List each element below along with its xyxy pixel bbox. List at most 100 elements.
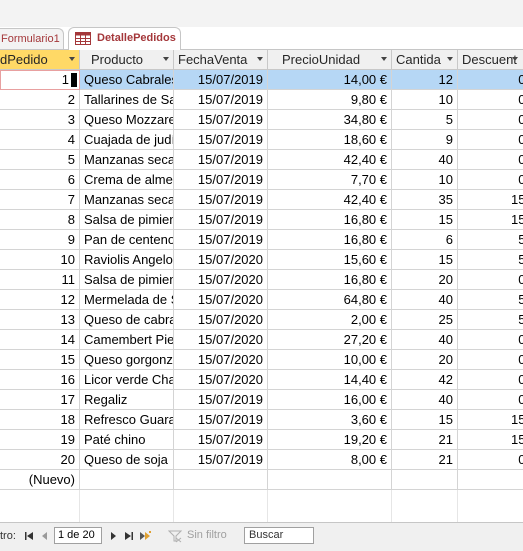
- cell-cantidad[interactable]: 35: [392, 190, 458, 210]
- cell-producto[interactable]: Paté chino: [80, 430, 174, 450]
- table-row[interactable]: 12Mermelada de Sir15/07/202064,80 €405%: [0, 290, 523, 310]
- first-record-icon[interactable]: [22, 529, 36, 543]
- table-row[interactable]: 2Tallarines de Sajonia15/07/20199,80 €10…: [0, 90, 523, 110]
- cell-descuento[interactable]: 15%: [458, 190, 523, 210]
- cell-cantidad[interactable]: 15: [392, 210, 458, 230]
- cell-id[interactable]: 11: [0, 270, 80, 290]
- cell-fecha[interactable]: 15/07/2019: [174, 190, 268, 210]
- cell-descuento[interactable]: 0%: [458, 370, 523, 390]
- cell-id[interactable]: 18: [0, 410, 80, 430]
- dropdown-arrow-icon[interactable]: [257, 57, 263, 61]
- cell-producto[interactable]: [80, 470, 174, 490]
- cell-producto[interactable]: Salsa de pimienta: [80, 210, 174, 230]
- cell-descuento[interactable]: 0%: [458, 330, 523, 350]
- cell-cantidad[interactable]: 42: [392, 370, 458, 390]
- cell-precio[interactable]: 2,00 €: [268, 310, 392, 330]
- cell-producto[interactable]: Manzanas secas: [80, 150, 174, 170]
- cell-id[interactable]: 17: [0, 390, 80, 410]
- cell-fecha[interactable]: 15/07/2019: [174, 390, 268, 410]
- column-header-preciounidad[interactable]: PrecioUnidad: [268, 50, 392, 70]
- cell-descuento[interactable]: 5%: [458, 290, 523, 310]
- cell-producto[interactable]: Tallarines de Sajonia: [80, 90, 174, 110]
- table-row[interactable]: 10Raviolis Angelo15/07/202015,60 €155%: [0, 250, 523, 270]
- cell-id[interactable]: 10: [0, 250, 80, 270]
- table-row[interactable]: 4Cuajada de judías15/07/201918,60 €90%: [0, 130, 523, 150]
- table-row[interactable]: 11Salsa de pimienta15/07/202016,80 €200%: [0, 270, 523, 290]
- column-header-descuento[interactable]: Descuent: [458, 50, 523, 70]
- cell-fecha[interactable]: 15/07/2019: [174, 210, 268, 230]
- cell-fecha[interactable]: 15/07/2019: [174, 150, 268, 170]
- cell-producto[interactable]: Queso Mozzarella: [80, 110, 174, 130]
- cell-cantidad[interactable]: 6: [392, 230, 458, 250]
- cell-producto[interactable]: Regaliz: [80, 390, 174, 410]
- cell-id[interactable]: 12: [0, 290, 80, 310]
- cell-descuento[interactable]: 0%: [458, 70, 523, 90]
- column-header-fechaventa[interactable]: FechaVenta: [174, 50, 268, 70]
- table-row[interactable]: 20Queso de soja15/07/20198,00 €210%: [0, 450, 523, 470]
- dropdown-arrow-icon[interactable]: [381, 57, 387, 61]
- cell-descuento[interactable]: 0%: [458, 110, 523, 130]
- cell-fecha[interactable]: 15/07/2019: [174, 110, 268, 130]
- cell-precio[interactable]: 8,00 €: [268, 450, 392, 470]
- cell-fecha[interactable]: 15/07/2019: [174, 410, 268, 430]
- cell-cantidad[interactable]: 20: [392, 350, 458, 370]
- cell-cantidad[interactable]: [392, 470, 458, 490]
- cell-descuento[interactable]: 5%: [458, 230, 523, 250]
- cell-producto[interactable]: Refresco Guaraná: [80, 410, 174, 430]
- cell-cantidad[interactable]: 12: [392, 70, 458, 90]
- cell-id[interactable]: 7: [0, 190, 80, 210]
- cell-fecha[interactable]: 15/07/2019: [174, 450, 268, 470]
- cell-precio[interactable]: 9,80 €: [268, 90, 392, 110]
- cell-cantidad[interactable]: 10: [392, 170, 458, 190]
- cell-id[interactable]: 8: [0, 210, 80, 230]
- cell-fecha[interactable]: 15/07/2020: [174, 270, 268, 290]
- cell-id[interactable]: 14: [0, 330, 80, 350]
- cell-fecha[interactable]: 15/07/2020: [174, 330, 268, 350]
- table-row[interactable]: 6Crema de almendras15/07/20197,70 €100%: [0, 170, 523, 190]
- cell-cantidad[interactable]: 25: [392, 310, 458, 330]
- cell-fecha[interactable]: 15/07/2020: [174, 290, 268, 310]
- table-row[interactable]: 14Camembert Pierrot15/07/202027,20 €400%: [0, 330, 523, 350]
- next-record-icon[interactable]: [106, 529, 120, 543]
- cell-cantidad[interactable]: 10: [392, 90, 458, 110]
- table-row[interactable]: 16Licor verde Chartreuse15/07/202014,40 …: [0, 370, 523, 390]
- cell-producto[interactable]: Salsa de pimienta: [80, 270, 174, 290]
- cell-precio[interactable]: 18,60 €: [268, 130, 392, 150]
- cell-fecha[interactable]: 15/07/2020: [174, 310, 268, 330]
- cell-producto[interactable]: Queso Cabrales: [80, 70, 174, 90]
- cell-id[interactable]: 19: [0, 430, 80, 450]
- cell-fecha[interactable]: 15/07/2020: [174, 370, 268, 390]
- cell-precio[interactable]: 15,60 €: [268, 250, 392, 270]
- table-row[interactable]: 8Salsa de pimienta15/07/201916,80 €1515%: [0, 210, 523, 230]
- tab-formulario1[interactable]: Formulario1: [0, 28, 64, 49]
- cell-fecha[interactable]: 15/07/2019: [174, 90, 268, 110]
- cell-precio[interactable]: 10,00 €: [268, 350, 392, 370]
- cell-descuento[interactable]: 0%: [458, 90, 523, 110]
- previous-record-icon[interactable]: [38, 529, 52, 543]
- current-record-field[interactable]: 1 de 20: [54, 527, 102, 544]
- cell-id[interactable]: 1: [0, 70, 80, 90]
- cell-descuento[interactable]: 0%: [458, 270, 523, 290]
- cell-fecha[interactable]: 15/07/2019: [174, 130, 268, 150]
- cell-id[interactable]: 3: [0, 110, 80, 130]
- table-row[interactable]: 17Regaliz15/07/201916,00 €400%: [0, 390, 523, 410]
- cell-descuento[interactable]: 15%: [458, 430, 523, 450]
- search-input[interactable]: Buscar: [244, 527, 314, 544]
- cell-descuento[interactable]: 15%: [458, 210, 523, 230]
- cell-id[interactable]: 4: [0, 130, 80, 150]
- cell-producto[interactable]: Licor verde Chartreuse: [80, 370, 174, 390]
- cell-cantidad[interactable]: 40: [392, 150, 458, 170]
- filter-status[interactable]: Sin filtro: [187, 529, 227, 541]
- dropdown-arrow-icon[interactable]: [447, 57, 453, 61]
- cell-precio[interactable]: 16,80 €: [268, 230, 392, 250]
- cell-cantidad[interactable]: 40: [392, 290, 458, 310]
- cell-cantidad[interactable]: 9: [392, 130, 458, 150]
- cell-precio[interactable]: 3,60 €: [268, 410, 392, 430]
- cell-cantidad[interactable]: 40: [392, 390, 458, 410]
- table-row[interactable]: 19Paté chino15/07/201919,20 €2115%: [0, 430, 523, 450]
- cell-producto[interactable]: Camembert Pierrot: [80, 330, 174, 350]
- column-header-cantidad[interactable]: Cantida: [392, 50, 458, 70]
- cell-id[interactable]: 13: [0, 310, 80, 330]
- table-row[interactable]: 13Queso de cabra15/07/20202,00 €255%: [0, 310, 523, 330]
- dropdown-arrow-icon[interactable]: [69, 57, 75, 61]
